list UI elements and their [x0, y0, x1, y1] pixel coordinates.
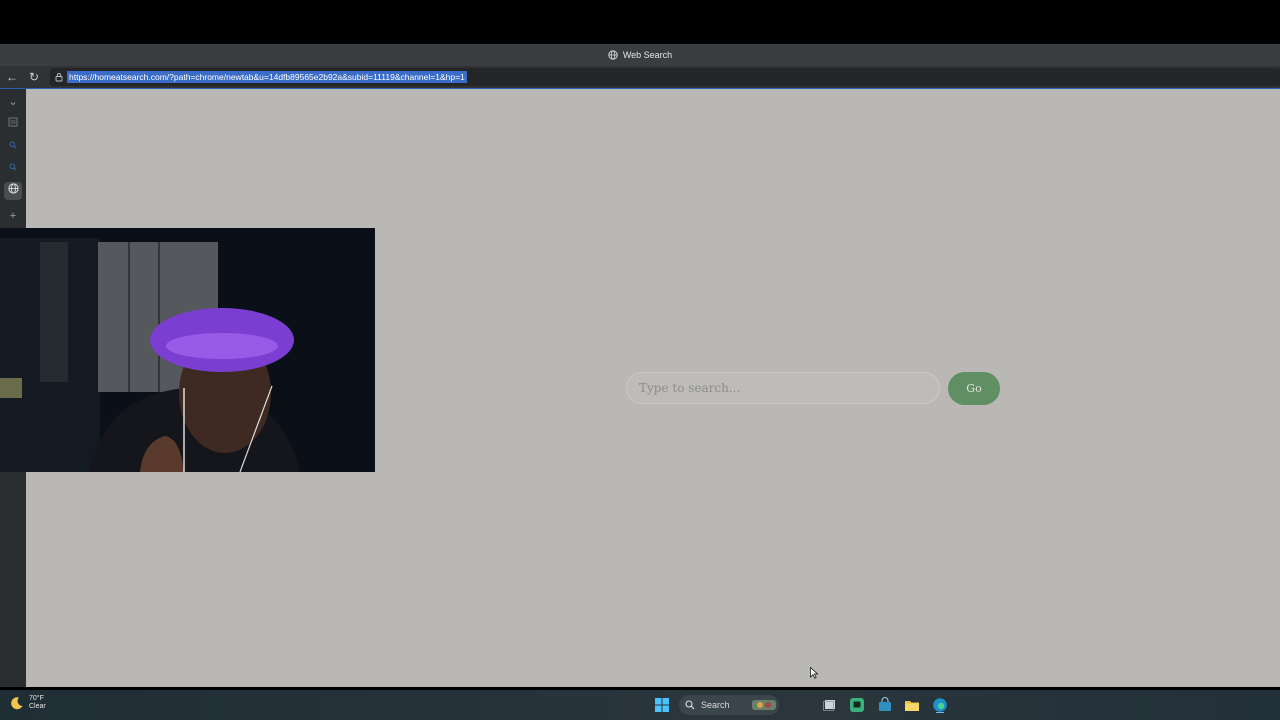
- taskbar-search[interactable]: Search: [679, 695, 779, 715]
- search-icon: [685, 700, 695, 710]
- search-highlight-icon: [752, 700, 776, 710]
- chat-app-icon[interactable]: [849, 697, 865, 713]
- moon-icon: [11, 697, 23, 710]
- webcam-feed-image: [0, 228, 375, 472]
- go-button[interactable]: Go: [948, 372, 1000, 405]
- back-arrow-icon[interactable]: ←: [5, 70, 19, 84]
- store-app-icon[interactable]: [877, 697, 893, 713]
- taskbar: 70°F Clear Search: [0, 690, 1280, 720]
- browser-toolbar: ← ↻ https://homeatsearch.com/?path=chrom…: [0, 66, 1280, 89]
- letterbox-top: [0, 0, 1280, 44]
- task-view-icon[interactable]: [822, 697, 838, 713]
- window-title-bar: Web Search: [0, 44, 1280, 66]
- lock-icon[interactable]: [54, 72, 64, 82]
- new-tab-plus-icon[interactable]: +: [4, 207, 22, 225]
- weather-temperature: 70°F: [29, 695, 44, 702]
- chevron-down-icon[interactable]: ⌄: [4, 93, 22, 111]
- globe-icon: [608, 50, 618, 60]
- webcam-overlay: [0, 228, 375, 472]
- weather-description: Clear: [29, 703, 46, 710]
- taskbar-search-label: Search: [701, 700, 730, 710]
- refresh-icon[interactable]: ↻: [27, 70, 41, 84]
- mouse-cursor-icon: [810, 667, 818, 679]
- address-bar[interactable]: https://homeatsearch.com/?path=chrome/ne…: [50, 68, 1280, 86]
- search-tab-icon[interactable]: [4, 137, 22, 155]
- window-title: Web Search: [622, 50, 673, 60]
- edge-browser-icon[interactable]: [932, 697, 948, 713]
- url-text[interactable]: https://homeatsearch.com/?path=chrome/ne…: [67, 71, 467, 83]
- file-explorer-icon[interactable]: [904, 697, 920, 713]
- search-input[interactable]: [626, 372, 940, 404]
- windows-start-icon[interactable]: [654, 697, 670, 713]
- weather-widget[interactable]: 70°F Clear: [10, 695, 46, 711]
- search-tab-icon[interactable]: [4, 159, 22, 177]
- tab-page-icon[interactable]: [4, 115, 22, 133]
- globe-tab-icon[interactable]: [4, 182, 22, 200]
